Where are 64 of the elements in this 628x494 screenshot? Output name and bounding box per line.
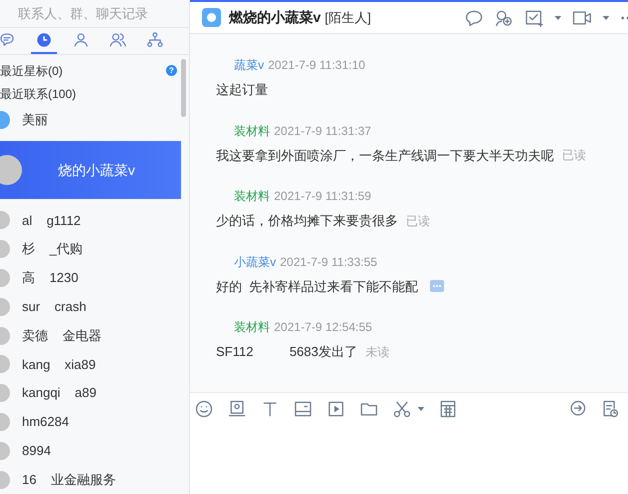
- calculator-icon[interactable]: [438, 399, 458, 419]
- org-icon: [146, 31, 164, 50]
- avatar: [202, 8, 221, 27]
- sender-name: 装材料: [234, 188, 270, 205]
- contact-name: 杉 _代购: [22, 240, 83, 258]
- contact-name: 美丽: [22, 110, 48, 129]
- checklist-icon[interactable]: [524, 8, 544, 28]
- contact-item[interactable]: 杉 _代购: [0, 234, 181, 264]
- contact-item[interactable]: 8994: [0, 436, 181, 466]
- contact-item[interactable]: sur crash: [0, 292, 181, 322]
- smiley-icon[interactable]: [194, 399, 214, 419]
- chat-bubble-icon[interactable]: [464, 8, 484, 28]
- portrait-icon[interactable]: [227, 399, 247, 419]
- message-time: 2021-7-9 11:31:37: [274, 122, 372, 140]
- message-text: 这起订量: [216, 81, 268, 99]
- sender-name: 小蔬菜v: [234, 254, 276, 270]
- contact-item[interactable]: 16 业金融服务: [0, 465, 181, 494]
- contact-item[interactable]: kangqi a89: [0, 378, 181, 408]
- message-text: 我这要拿到外面喷涂厂，一条生产线调一下要大半天功夫呢: [216, 146, 554, 164]
- contact-name: 16 业金融服务: [22, 470, 116, 489]
- contact-item[interactable]: 高 1230: [0, 264, 181, 292]
- contact-item[interactable]: al g1112: [0, 206, 181, 235]
- scissors-icon[interactable]: [392, 399, 412, 419]
- caret-icon[interactable]: [602, 14, 610, 22]
- contact-item[interactable]: kang xia89: [0, 350, 181, 379]
- sender-name: 蔬菜v: [234, 57, 264, 74]
- message-time: 2021-7-9 11:31:59: [274, 188, 372, 205]
- contact-item[interactable]: 烧的小蔬菜v: [0, 141, 181, 200]
- contact-item[interactable]: 美丽: [0, 105, 181, 134]
- scrollbar-thumb[interactable]: [181, 59, 186, 118]
- contact-name: hm6284: [22, 413, 69, 432]
- contact-name: kangqi a89: [22, 384, 96, 402]
- message-time: 2021-7-9 12:54:55: [274, 319, 372, 336]
- read-status: 已读: [406, 212, 430, 230]
- sender-name: 装材料: [234, 122, 270, 140]
- image-icon[interactable]: [293, 399, 313, 419]
- read-status: 已读: [562, 147, 586, 164]
- caret-icon[interactable]: [417, 405, 425, 413]
- contact-name: sur crash: [22, 298, 86, 316]
- contact-name: 卖德 金电器: [22, 326, 102, 345]
- contact-item[interactable]: 卖德 金电器: [0, 321, 181, 350]
- contact-name: 烧的小蔬菜v: [58, 160, 135, 180]
- contact-item[interactable]: hm6284: [0, 408, 181, 436]
- sender-name: 装材料: [234, 319, 270, 336]
- message-time: 2021-7-9 11:33:55: [280, 254, 378, 270]
- person-icon: [72, 31, 90, 50]
- read-status: 未读: [365, 344, 390, 361]
- clock-icon: [34, 31, 52, 50]
- contact-name: 8994: [22, 442, 51, 460]
- play-icon[interactable]: [326, 399, 346, 419]
- contact-name: 高 1230: [22, 269, 78, 288]
- message-text: 少的话，价格均摊下来要贵很多: [216, 212, 398, 230]
- section-header[interactable]: 最近星标(0): [0, 62, 63, 80]
- chat-title: 燃烧的小蔬菜v: [229, 8, 321, 27]
- message-text: 好的 先补寄样品过来看下能不能配: [216, 278, 418, 296]
- stranger-tag: [陌生人]: [324, 8, 372, 28]
- caret-icon[interactable]: [554, 14, 562, 22]
- message-text: SF112 5683发出了: [216, 343, 358, 361]
- contact-name: al g1112: [22, 212, 81, 230]
- contact-name: kang xia89: [22, 356, 96, 374]
- section-header[interactable]: 最近联系(100): [0, 84, 76, 103]
- message-time: 2021-7-9 11:31:10: [268, 57, 366, 74]
- group-icon: [108, 31, 126, 50]
- search-field[interactable]: 联系人、群、聊天记录: [0, 0, 189, 28]
